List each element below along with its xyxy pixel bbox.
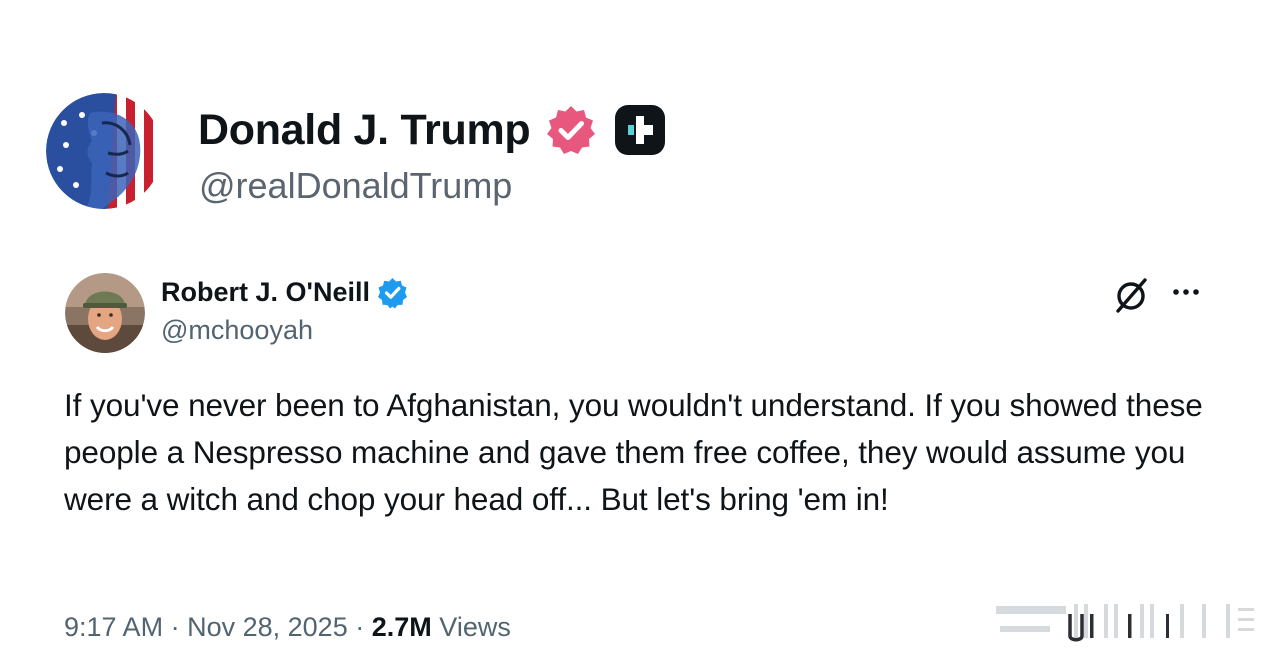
tweet-name-row: Robert J. O'Neill	[161, 275, 409, 309]
truth-plus-icon	[614, 104, 666, 156]
tweet-date[interactable]: Nov 28, 2025	[187, 612, 348, 642]
watermark-graphic	[990, 600, 1260, 642]
profile-photo-image	[65, 273, 145, 353]
grok-icon[interactable]	[1112, 275, 1152, 315]
top-avatar[interactable]	[46, 93, 162, 209]
meta-separator: ·	[170, 612, 180, 642]
top-name-row: Donald J. Trump	[198, 102, 666, 158]
tweet-text: If you've never been to Afghanistan, you…	[64, 387, 1203, 517]
tweet-handle[interactable]: @mchooyah	[161, 315, 313, 346]
views-label: Views	[439, 612, 511, 642]
blue-verified-badge-icon	[376, 276, 409, 309]
flag-portrait-avatar-image	[46, 93, 162, 209]
tweet-meta: 9:17 AM · Nov 28, 2025 · 2.7M Views	[64, 612, 511, 643]
more-options-icon[interactable]	[1168, 280, 1204, 304]
screenshot-page: Donald J. Trump @realDonaldTrump Robert …	[0, 0, 1280, 657]
views-count: 2.7M	[371, 612, 432, 642]
verified-badge-icon	[544, 103, 598, 157]
meta-separator: ·	[355, 612, 365, 642]
tweet-display-name[interactable]: Robert J. O'Neill	[161, 277, 370, 308]
top-handle[interactable]: @realDonaldTrump	[199, 165, 512, 207]
tweet-time[interactable]: 9:17 AM	[64, 612, 163, 642]
top-display-name[interactable]: Donald J. Trump	[198, 106, 531, 155]
tweet-avatar[interactable]	[65, 273, 145, 353]
